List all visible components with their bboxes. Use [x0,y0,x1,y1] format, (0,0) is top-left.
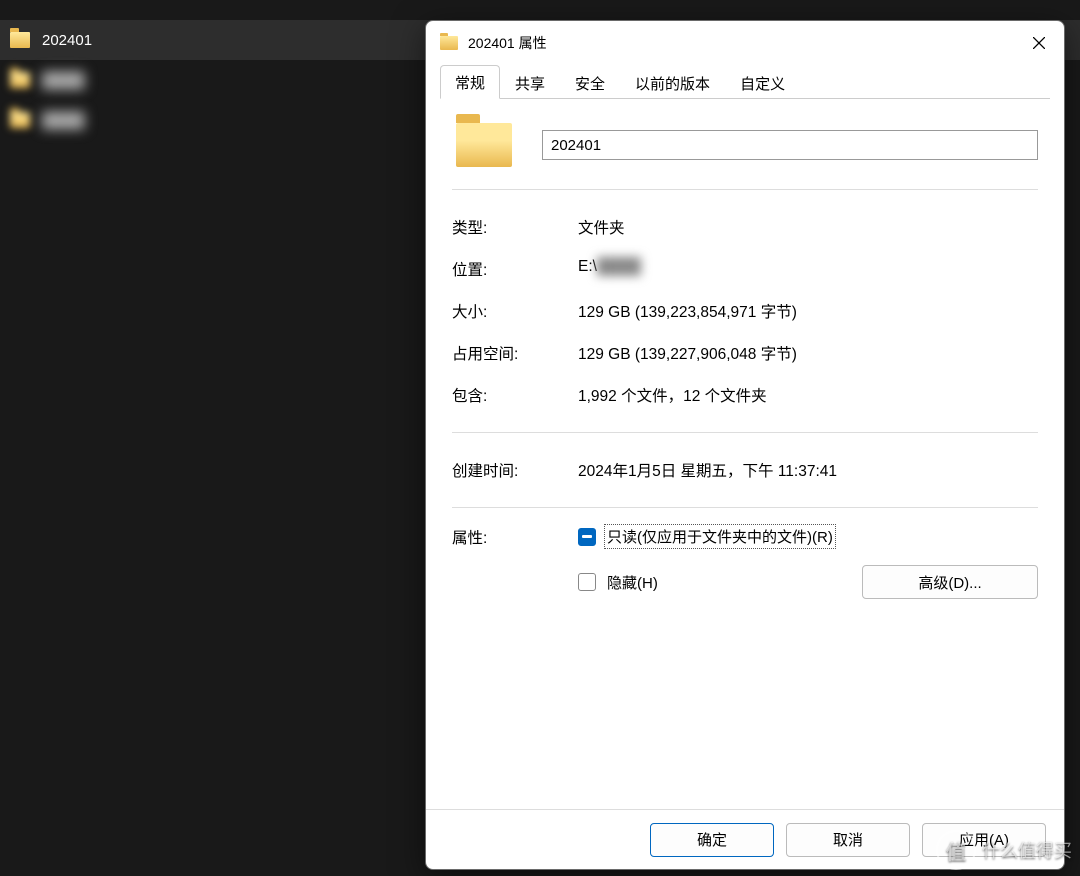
file-name: ████ [42,72,85,89]
readonly-label[interactable]: 只读(仅应用于文件夹中的文件)(R) [604,524,836,549]
dialog-titlebar: 202401 属性 [426,21,1064,65]
type-value: 文件夹 [578,216,1038,238]
close-button[interactable] [1016,23,1062,63]
readonly-checkbox[interactable] [578,528,596,546]
ok-button[interactable]: 确定 [650,823,774,857]
apply-button[interactable]: 应用(A) [922,823,1046,857]
hidden-checkbox[interactable] [578,573,596,591]
contains-value: 1,992 个文件，12 个文件夹 [578,384,1038,406]
tab-bar: 常规 共享 安全 以前的版本 自定义 [440,65,1050,99]
location-value: E:\████ [578,258,1038,280]
location-label: 位置: [452,258,578,280]
file-name: 202401 [42,32,92,49]
contains-label: 包含: [452,384,578,406]
advanced-button[interactable]: 高级(D)... [862,565,1038,599]
tab-security[interactable]: 安全 [560,66,620,99]
attributes-label: 属性: [452,524,578,599]
size-value: 129 GB (139,223,854,971 字节) [578,300,1038,322]
created-label: 创建时间: [452,459,578,481]
close-icon [1033,37,1045,49]
tab-custom[interactable]: 自定义 [725,66,800,99]
tab-general[interactable]: 常规 [440,65,500,99]
created-value: 2024年1月5日 星期五，下午 11:37:41 [578,459,1038,481]
size-on-disk-label: 占用空间: [452,342,578,364]
cancel-button[interactable]: 取消 [786,823,910,857]
size-on-disk-value: 129 GB (139,227,906,048 字节) [578,342,1038,364]
dialog-title: 202401 属性 [468,33,1016,53]
tab-share[interactable]: 共享 [500,66,560,99]
folder-icon [10,32,30,48]
hidden-label[interactable]: 隐藏(H) [604,570,661,595]
folder-icon [456,123,512,167]
type-label: 类型: [452,216,578,238]
folder-icon [440,36,458,50]
tab-previous-versions[interactable]: 以前的版本 [620,66,725,99]
folder-name-input[interactable] [542,130,1038,160]
size-label: 大小: [452,300,578,322]
folder-icon [10,72,30,88]
file-name: ████ [42,112,85,129]
dialog-footer: 确定 取消 应用(A) [426,809,1064,869]
folder-icon [10,112,30,128]
properties-dialog: 202401 属性 常规 共享 安全 以前的版本 自定义 类型: 文件夹 [425,20,1065,870]
